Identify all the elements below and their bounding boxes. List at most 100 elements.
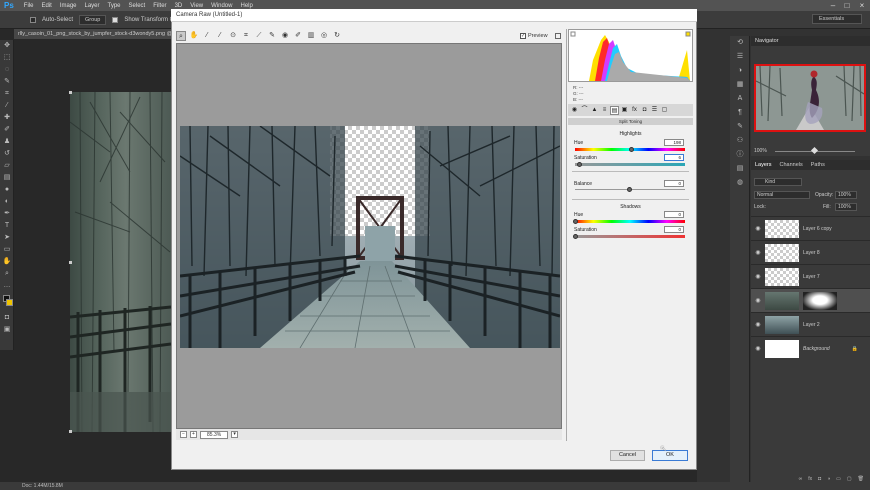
transform-handle[interactable] [69,261,72,264]
more-tools-icon[interactable]: … [0,280,14,292]
layer-row[interactable]: ◉ Layer 8 [751,240,870,264]
styles-panel-icon[interactable]: ▦ [730,78,750,92]
add-mask-icon[interactable]: ◘ [818,476,821,482]
straighten-tool-icon[interactable]: ⟋ [254,31,264,41]
menu-edit[interactable]: Edit [37,3,55,9]
layer-row[interactable]: ◉ Layer 7 [751,264,870,288]
spot-removal-icon[interactable]: ✎ [267,31,277,41]
brush-tool-icon[interactable]: ✐ [0,124,14,136]
layer-filter-dropdown[interactable]: Kind [754,178,802,186]
move-tool-icon[interactable]: ✥ [0,40,14,52]
delete-layer-icon[interactable]: 🗑 [858,476,864,482]
blend-mode-dropdown[interactable]: Normal [754,191,810,199]
properties-panel-icon[interactable]: ☰ [730,50,750,64]
sh-hue-slider[interactable] [575,220,685,223]
navigator-zoom-value[interactable]: 100% [754,148,767,154]
lens-corrections-tab-icon[interactable]: ▣ [620,106,629,115]
adjustment-layer-icon[interactable]: ◑ [827,476,830,482]
quick-mask-icon[interactable]: ◘ [0,312,14,324]
healing-tool-icon[interactable]: ✚ [0,112,14,124]
sh-hue-value[interactable]: 0 [664,211,684,218]
stamp-tool-icon[interactable]: ♟ [0,136,14,148]
color-sampler-tool-icon[interactable]: ⁄ [215,31,225,41]
menu-file[interactable]: File [20,3,38,9]
fill-field[interactable]: 100% [835,203,857,211]
preview-toggle[interactable]: ✓ Preview [520,33,548,39]
lasso-tool-icon[interactable]: ◌ [0,64,14,76]
blur-tool-icon[interactable]: ● [0,184,14,196]
menu-3d[interactable]: 3D [171,3,187,9]
zoom-dropdown-arrow-icon[interactable]: ▾ [231,431,239,438]
zoom-tool-icon[interactable]: ⌕ [0,268,14,280]
hl-hue-thumb[interactable] [629,147,634,152]
group-dropdown[interactable]: Group [79,14,107,25]
snapshots-tab-icon[interactable]: ▢ [660,106,669,115]
eraser-tool-icon[interactable]: ▱ [0,160,14,172]
paragraph-panel-icon[interactable]: ¶ [730,106,750,120]
crop-tool-icon[interactable]: ⌗ [241,31,251,41]
show-transform-checkbox[interactable] [112,16,119,23]
transform-handle[interactable] [69,430,72,433]
visibility-eye-icon[interactable]: ◉ [751,321,765,328]
tone-curve-tab-icon[interactable]: ⌒ [580,106,589,115]
zoom-level-dropdown[interactable]: 85.3% [200,430,229,439]
hl-hue-value[interactable]: 198 [664,139,684,146]
gradient-tool-icon[interactable]: ▤ [0,172,14,184]
marquee-tool-icon[interactable]: ⬚ [0,52,14,64]
menu-filter[interactable]: Filter [149,3,170,9]
brush-panel-icon[interactable]: ✎ [730,120,750,134]
visibility-eye-icon[interactable]: ◉ [751,297,765,304]
layer-row-selected[interactable]: ◉ [751,288,870,312]
zoom-out-button[interactable]: − [180,431,187,438]
hsl-tab-icon[interactable]: ≡ [600,106,609,115]
background-color-swatch[interactable] [6,299,13,306]
type-tool-icon[interactable]: T [0,220,14,232]
opacity-field[interactable]: 100% [835,191,857,199]
link-layers-icon[interactable]: ∞ [799,476,803,482]
preview-checkbox[interactable]: ✓ [520,33,526,39]
navigator-thumbnail[interactable] [754,64,866,132]
hand-tool-icon[interactable]: ✋ [189,31,199,41]
crop-tool-icon[interactable]: ⌗ [0,88,14,100]
character-panel-icon[interactable]: A [730,92,750,106]
sh-hue-thumb[interactable] [573,219,578,224]
color-swatches[interactable] [0,292,13,312]
info-panel-icon[interactable]: ⓘ [730,148,750,162]
tab-channels[interactable]: Channels [780,162,803,168]
navigator-tab[interactable]: Navigator [751,36,870,46]
swatches-panel-icon[interactable]: ▤ [730,162,750,176]
auto-select-checkbox[interactable] [30,16,36,23]
hl-sat-value[interactable]: 6 [664,154,684,161]
color-panel-icon[interactable]: ◍ [730,176,750,190]
menu-help[interactable]: Help [236,3,256,9]
fullscreen-icon[interactable] [555,33,561,39]
rotate-icon[interactable]: ↻ [332,31,342,41]
visibility-eye-icon[interactable]: ◉ [751,273,765,280]
targeted-adjustment-icon[interactable]: ⊙ [228,31,238,41]
ok-button[interactable]: OK [652,450,688,461]
quick-select-tool-icon[interactable]: ✎ [0,76,14,88]
new-group-icon[interactable]: ▭ [836,476,841,482]
visibility-eye-icon[interactable]: ◉ [751,345,765,352]
maximize-button[interactable]: □ [840,0,854,11]
menu-window[interactable]: Window [207,3,236,9]
menu-type[interactable]: Type [104,3,125,9]
menu-image[interactable]: Image [56,3,81,9]
layer-row[interactable]: ◉ Layer 6 copy [751,216,870,240]
graduated-filter-icon[interactable]: ▥ [306,31,316,41]
balance-thumb[interactable] [627,187,632,192]
zoom-in-button[interactable]: + [190,431,197,438]
sh-sat-value[interactable]: 0 [664,226,684,233]
menu-view[interactable]: View [186,3,207,9]
sh-sat-slider[interactable] [575,235,685,238]
path-select-tool-icon[interactable]: ➤ [0,232,14,244]
pen-tool-icon[interactable]: ✒ [0,208,14,220]
cancel-button[interactable]: Cancel [610,450,645,461]
adjustment-brush-icon[interactable]: ✐ [293,31,303,41]
effects-tab-icon[interactable]: fx [630,106,639,115]
dodge-tool-icon[interactable]: ◐ [0,196,14,208]
minimize-button[interactable]: – [826,0,840,11]
close-button[interactable]: × [855,0,869,11]
layer-style-icon[interactable]: fx [808,476,812,482]
menu-select[interactable]: Select [125,3,150,9]
